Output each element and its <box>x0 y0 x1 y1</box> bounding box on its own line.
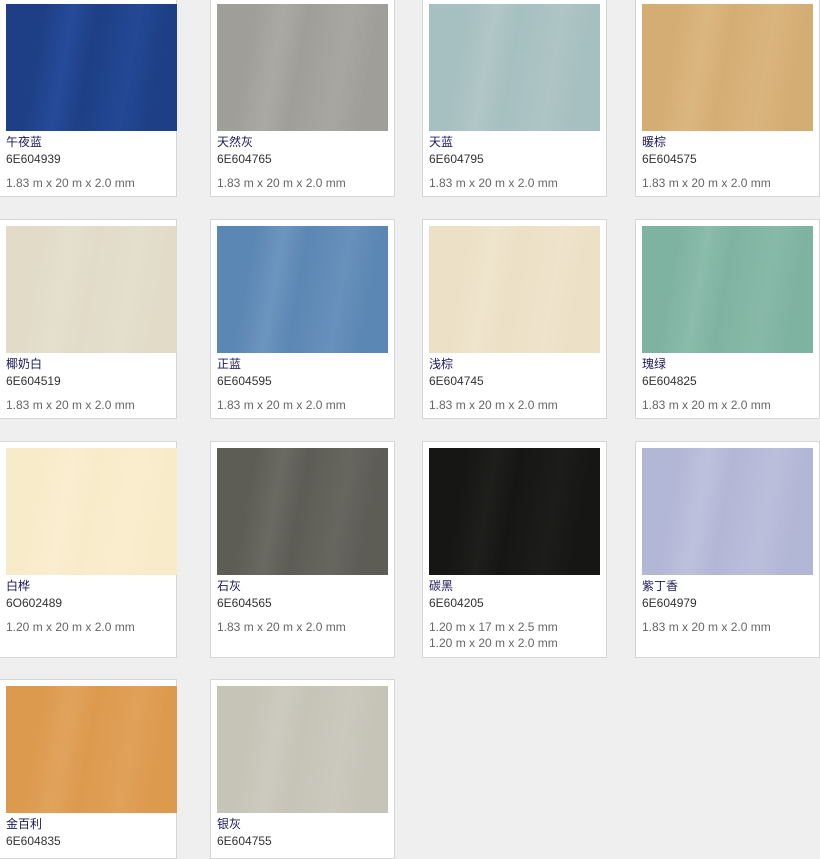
product-code: 6E604939 <box>6 152 61 166</box>
dimension-line: 1.20 m x 17 m x 2.5 mm <box>429 620 558 634</box>
dimension-line: 1.20 m x 20 m x 2.0 mm <box>6 620 135 634</box>
product-code: 6E604519 <box>6 374 61 388</box>
product-dimensions: 1.83 m x 20 m x 2.0 mm <box>429 175 558 191</box>
product-card[interactable]: 浅棕 6E604745 1.83 m x 20 m x 2.0 mm <box>422 219 607 419</box>
product-card[interactable]: 紫丁香 6E604979 1.83 m x 20 m x 2.0 mm <box>635 441 820 658</box>
product-card[interactable]: 银灰 6E604755 <box>210 679 395 859</box>
product-code: 6E604825 <box>642 374 697 388</box>
product-code: 6E604755 <box>217 834 272 848</box>
product-card[interactable]: 天然灰 6E604765 1.83 m x 20 m x 2.0 mm <box>210 0 395 197</box>
dimension-line: 1.83 m x 20 m x 2.0 mm <box>429 176 558 190</box>
product-name[interactable]: 碳黑 <box>429 579 453 594</box>
dimension-line: 1.83 m x 20 m x 2.0 mm <box>429 398 558 412</box>
product-swatch-image[interactable] <box>642 448 813 575</box>
product-swatch-image[interactable] <box>217 686 388 813</box>
product-code: 6E604979 <box>642 596 697 610</box>
product-swatch-image[interactable] <box>217 4 388 131</box>
product-card[interactable]: 碳黑 6E604205 1.20 m x 17 m x 2.5 mm 1.20 m x… <box>422 441 607 658</box>
product-dimensions: 1.83 m x 20 m x 2.0 mm <box>429 397 558 413</box>
product-card[interactable]: 正蓝 6E604595 1.83 m x 20 m x 2.0 mm <box>210 219 395 419</box>
product-name[interactable]: 紫丁香 <box>642 579 678 594</box>
dimension-line: 1.83 m x 20 m x 2.0 mm <box>217 398 346 412</box>
product-swatch-image[interactable] <box>6 448 177 575</box>
product-name[interactable]: 正蓝 <box>217 357 241 372</box>
product-code: 6E604795 <box>429 152 484 166</box>
product-name[interactable]: 午夜蓝 <box>6 135 42 150</box>
dimension-line: 1.83 m x 20 m x 2.0 mm <box>642 620 771 634</box>
product-code: 6E604765 <box>217 152 272 166</box>
product-name[interactable]: 瑰绿 <box>642 357 666 372</box>
product-dimensions: 1.20 m x 20 m x 2.0 mm <box>6 619 135 635</box>
product-name[interactable]: 椰奶白 <box>6 357 42 372</box>
product-card[interactable]: 天蓝 6E604795 1.83 m x 20 m x 2.0 mm <box>422 0 607 197</box>
product-code: 6E604565 <box>217 596 272 610</box>
product-swatch-image[interactable] <box>642 4 813 131</box>
product-code: 6E604205 <box>429 596 484 610</box>
dimension-line: 1.83 m x 20 m x 2.0 mm <box>6 398 135 412</box>
product-swatch-image[interactable] <box>429 4 600 131</box>
product-swatch-image[interactable] <box>217 448 388 575</box>
product-dimensions: 1.83 m x 20 m x 2.0 mm <box>217 397 346 413</box>
dimension-line: 1.83 m x 20 m x 2.0 mm <box>6 176 135 190</box>
product-card[interactable]: 瑰绿 6E604825 1.83 m x 20 m x 2.0 mm <box>635 219 820 419</box>
product-code: 6E604835 <box>6 834 61 848</box>
product-name[interactable]: 金百利 <box>6 817 42 832</box>
product-swatch-image[interactable] <box>6 686 177 813</box>
product-swatch-image[interactable] <box>6 4 177 131</box>
dimension-line: 1.83 m x 20 m x 2.0 mm <box>217 620 346 634</box>
product-code: 6E604575 <box>642 152 697 166</box>
product-dimensions: 1.83 m x 20 m x 2.0 mm <box>217 619 346 635</box>
product-name[interactable]: 暖棕 <box>642 135 666 150</box>
product-card[interactable]: 暖棕 6E604575 1.83 m x 20 m x 2.0 mm <box>635 0 820 197</box>
product-dimensions: 1.83 m x 20 m x 2.0 mm <box>642 175 771 191</box>
product-name[interactable]: 白桦 <box>6 579 30 594</box>
product-card[interactable]: 金百利 6E604835 <box>0 679 177 859</box>
product-code: 6E604595 <box>217 374 272 388</box>
product-swatch-image[interactable] <box>642 226 813 353</box>
product-dimensions: 1.83 m x 20 m x 2.0 mm <box>6 397 135 413</box>
dimension-line: 1.20 m x 20 m x 2.0 mm <box>429 636 558 650</box>
product-name[interactable]: 天蓝 <box>429 135 453 150</box>
product-name[interactable]: 石灰 <box>217 579 241 594</box>
product-card[interactable]: 白桦 6O602489 1.20 m x 20 m x 2.0 mm <box>0 441 177 658</box>
product-dimensions: 1.83 m x 20 m x 2.0 mm <box>642 619 771 635</box>
product-swatch-image[interactable] <box>429 448 600 575</box>
product-dimensions: 1.83 m x 20 m x 2.0 mm <box>6 175 135 191</box>
product-dimensions: 1.20 m x 17 m x 2.5 mm 1.20 m x 20 m x 2.… <box>429 619 558 651</box>
product-name[interactable]: 银灰 <box>217 817 241 832</box>
product-dimensions: 1.83 m x 20 m x 2.0 mm <box>642 397 771 413</box>
dimension-line: 1.83 m x 20 m x 2.0 mm <box>642 398 771 412</box>
product-card[interactable]: 椰奶白 6E604519 1.83 m x 20 m x 2.0 mm <box>0 219 177 419</box>
product-card[interactable]: 石灰 6E604565 1.83 m x 20 m x 2.0 mm <box>210 441 395 658</box>
product-swatch-image[interactable] <box>6 226 177 353</box>
product-code: 6E604745 <box>429 374 484 388</box>
product-code: 6O602489 <box>6 596 63 610</box>
product-swatch-image[interactable] <box>217 226 388 353</box>
product-card[interactable]: 午夜蓝 6E604939 1.83 m x 20 m x 2.0 mm <box>0 0 177 197</box>
product-name[interactable]: 浅棕 <box>429 357 453 372</box>
product-swatch-image[interactable] <box>429 226 600 353</box>
dimension-line: 1.83 m x 20 m x 2.0 mm <box>642 176 771 190</box>
product-name[interactable]: 天然灰 <box>217 135 253 150</box>
dimension-line: 1.83 m x 20 m x 2.0 mm <box>217 176 346 190</box>
product-dimensions: 1.83 m x 20 m x 2.0 mm <box>217 175 346 191</box>
